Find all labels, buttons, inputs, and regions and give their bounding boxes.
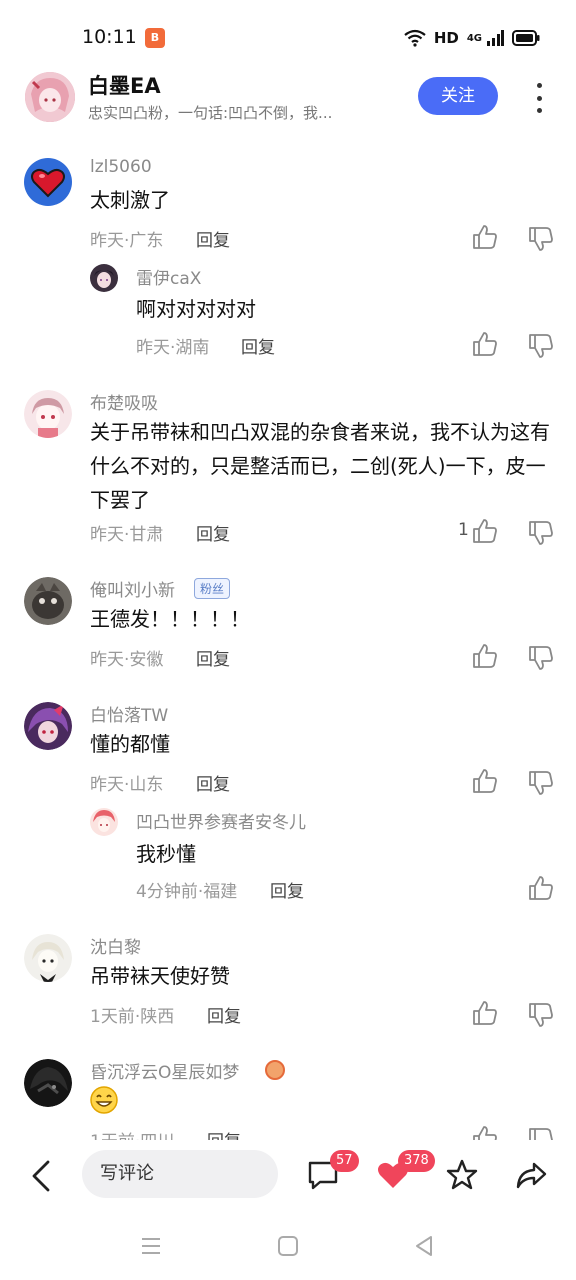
comment-meta: 昨天·甘肃 <box>90 525 164 545</box>
home-icon[interactable] <box>276 1234 300 1258</box>
reply-username[interactable]: 雷伊caX <box>136 264 201 289</box>
star-icon[interactable] <box>445 1158 479 1192</box>
reply-meta: 4分钟前·福建 <box>136 882 238 902</box>
wifi-icon <box>404 29 426 47</box>
menu-icon[interactable] <box>139 1234 163 1258</box>
thumbs-up-icon[interactable] <box>472 224 498 250</box>
reply-button[interactable]: 回复 <box>207 1127 241 1140</box>
comment-meta: 昨天·广东 <box>90 231 164 251</box>
hd-indicator: HD <box>433 29 459 47</box>
thumbs-down-icon[interactable] <box>528 333 554 359</box>
back-icon[interactable] <box>26 1158 56 1194</box>
like-count: 1 <box>458 520 469 540</box>
battery-icon <box>512 30 540 46</box>
bottom-action-bar: 写评论 57 378 <box>0 1140 576 1212</box>
commenter-avatar[interactable] <box>24 1059 72 1107</box>
comment-meta: 昨天·山东 <box>90 775 164 795</box>
system-nav-bar <box>0 1212 576 1280</box>
commenter-name[interactable]: 沈白黎 <box>90 933 141 958</box>
author-name[interactable]: 白墨EA <box>88 70 161 100</box>
reply-username[interactable]: 凹凸世界参赛者安冬儿 <box>136 808 306 833</box>
grinning-emoji-icon <box>90 1086 118 1114</box>
thumbs-up-icon[interactable] <box>472 768 498 794</box>
reply-button[interactable]: 回复 <box>207 1002 241 1027</box>
comment-count-badge: 57 <box>330 1150 359 1172</box>
comment-text: 吊带袜天使好赞 <box>90 964 230 988</box>
app-notification-icon: B <box>145 28 165 48</box>
reply-avatar[interactable] <box>90 264 118 292</box>
fan-badge: 粉丝 <box>194 578 231 599</box>
thumbs-up-icon[interactable] <box>528 875 554 901</box>
comment-input[interactable]: 写评论 <box>82 1150 278 1198</box>
reply-meta: 昨天·湖南 <box>136 338 210 358</box>
thumbs-down-icon[interactable] <box>528 1002 554 1028</box>
commenter-name[interactable]: lzl5060 <box>90 157 152 177</box>
thumbs-up-icon[interactable] <box>472 643 498 669</box>
like-count-badge: 378 <box>398 1150 435 1172</box>
commenter-avatar[interactable] <box>24 577 72 625</box>
commenter-name[interactable]: 俺叫刘小新 <box>90 576 175 601</box>
thumbs-down-icon[interactable] <box>528 645 554 671</box>
thumbs-up-icon[interactable] <box>472 518 498 544</box>
triangle-back-icon[interactable] <box>412 1234 436 1258</box>
thumbs-down-icon[interactable] <box>528 770 554 796</box>
signal-icon <box>487 30 504 46</box>
commenter-name[interactable]: 布楚吸吸 <box>90 389 158 414</box>
commenter-avatar[interactable] <box>24 702 72 750</box>
thumbs-up-icon[interactable] <box>472 1000 498 1026</box>
reply-text: 我秒懂 <box>136 842 196 866</box>
status-time: 10:11 <box>82 26 137 48</box>
post-header: 白墨EA 忠实凹凸粉，一句话:凹凸不倒，我... 关注 <box>0 64 576 136</box>
commenter-name[interactable]: 昏沉浮云O星辰如梦 <box>90 1058 239 1083</box>
commenter-avatar[interactable] <box>24 158 72 206</box>
comment-text: 懂的都懂 <box>90 732 170 756</box>
thumbs-up-icon[interactable] <box>472 1125 498 1140</box>
comment-text: 太刺激了 <box>90 188 170 212</box>
commenter-avatar[interactable] <box>24 934 72 982</box>
comment-emoji <box>90 1086 550 1124</box>
reply-button[interactable]: 回复 <box>196 770 230 795</box>
author-bio: 忠实凹凸粉，一句话:凹凸不倒，我... <box>88 104 333 122</box>
reply-avatar[interactable] <box>90 808 118 836</box>
comment-text: 关于吊带袜和凹凸双混的杂食者来说，我不认为这有什么不对的，只是整活而已，二创(死… <box>90 420 550 512</box>
network-type: 4G <box>466 32 482 44</box>
comment-meta: 1天前·陕西 <box>90 1007 175 1027</box>
comment-meta: 昨天·安徽 <box>90 650 164 670</box>
share-icon[interactable] <box>514 1158 548 1192</box>
thumbs-down-icon[interactable] <box>528 226 554 252</box>
reply-button[interactable]: 回复 <box>196 520 230 545</box>
reply-button[interactable]: 回复 <box>196 645 230 670</box>
thumbs-down-icon[interactable] <box>528 1127 554 1140</box>
commenter-name[interactable]: 白怡落TW <box>90 701 168 726</box>
author-avatar[interactable] <box>25 72 75 122</box>
thumbs-down-icon[interactable] <box>528 520 554 546</box>
comment-text: 王德发！！！！！ <box>90 607 250 631</box>
comment-meta: 1天前·四川 <box>90 1127 174 1140</box>
status-indicators: HD 4G <box>404 26 540 50</box>
more-options-icon[interactable] <box>527 80 551 116</box>
reply-button[interactable]: 回复 <box>241 333 275 358</box>
follow-button[interactable]: 关注 <box>418 77 498 115</box>
comment-list[interactable]: lzl5060 太刺激了 昨天·广东 回复 雷伊caX 啊对对对对对 昨天·湖南… <box>0 140 576 1140</box>
level-badge-icon <box>265 1060 285 1080</box>
reply-text: 啊对对对对对 <box>136 297 256 321</box>
reply-button[interactable]: 回复 <box>196 226 230 251</box>
commenter-avatar[interactable] <box>24 390 72 438</box>
thumbs-up-icon[interactable] <box>472 331 498 357</box>
reply-button[interactable]: 回复 <box>270 877 304 902</box>
